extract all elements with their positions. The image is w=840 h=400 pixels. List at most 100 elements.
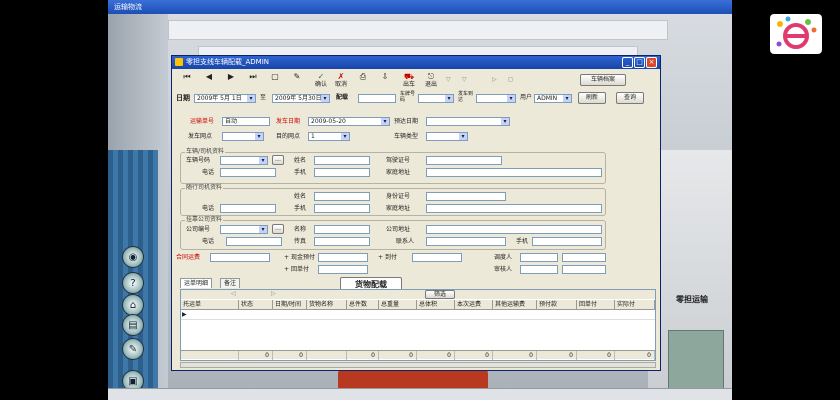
depart-date-input[interactable]: 2009-05-20 — [308, 117, 390, 126]
user-select[interactable]: ADMIN — [534, 94, 572, 103]
depart-arrive-select[interactable] — [476, 94, 516, 103]
plate-no-select[interactable] — [220, 156, 268, 165]
date-from-input[interactable]: 2009年 5月 1日 — [194, 94, 256, 103]
dispatcher-input-2[interactable] — [562, 253, 606, 262]
query-button[interactable]: 查询 — [616, 92, 644, 104]
column-header[interactable]: 总体积 — [417, 300, 455, 310]
company-phone-input[interactable] — [226, 237, 282, 246]
escort-address-label: 家庭地址 — [386, 205, 411, 212]
escort-mobile-label: 手机 — [294, 205, 307, 212]
escort-name-input[interactable] — [314, 192, 370, 201]
depart-arrive-label: 发车到达 — [458, 91, 474, 103]
company-address-input[interactable] — [426, 225, 602, 234]
column-header[interactable]: 托运单 — [181, 300, 239, 310]
tab-waybill-detail[interactable]: 运单明细 — [180, 278, 213, 288]
phone-input[interactable] — [220, 168, 276, 177]
close-icon[interactable]: × — [646, 57, 657, 68]
escort-mobile-input[interactable] — [314, 204, 370, 213]
grid-nav-icon[interactable]: ▷ — [271, 290, 276, 298]
footer-cell: 0 — [615, 351, 655, 360]
grid-footer: 0 0 0 0 0 0 0 0 0 0 — [181, 350, 655, 360]
company-fax-input[interactable] — [314, 237, 370, 246]
date-to-input[interactable]: 2009年 5月30日 — [272, 94, 330, 103]
escort-id-input[interactable] — [426, 192, 506, 201]
ellipsis-icon[interactable]: … — [272, 155, 284, 165]
filter-button[interactable]: 筛选 — [425, 290, 455, 299]
toolbar-edit-button[interactable]: ✎ — [286, 72, 308, 90]
refresh-button[interactable]: 刷新 — [578, 92, 606, 104]
toolbar-first-button[interactable]: ⏮ — [176, 72, 198, 90]
home-icon[interactable]: ⌂ — [122, 294, 144, 316]
escort-phone-input[interactable] — [220, 204, 276, 213]
column-header[interactable]: 回单付 — [577, 300, 615, 310]
vehicle-type-select[interactable] — [426, 132, 468, 141]
horizontal-scrollbar[interactable] — [180, 362, 656, 368]
background-dock: ◉ ? ⌂ ▤ ✎ ▣ — [122, 240, 148, 400]
return-pay-label: + 回单付 — [284, 266, 309, 273]
toolbar-last-button[interactable]: ⏭ — [242, 72, 264, 90]
dispatch-no-input[interactable]: 自动 — [222, 117, 270, 126]
checker-input[interactable] — [520, 265, 558, 274]
column-header[interactable]: 日期/时间 — [273, 300, 307, 310]
arrive-pay-input[interactable] — [412, 253, 462, 262]
dispatcher-input[interactable] — [520, 253, 558, 262]
toolbar-print-button[interactable]: ⎙ — [352, 72, 374, 90]
prepay-input[interactable] — [318, 253, 368, 262]
stop-icon[interactable]: ◻ — [508, 76, 513, 84]
exit-icon: ⎋ — [427, 72, 435, 81]
toolbar-cancel-button[interactable]: ✗ 取消 — [330, 72, 352, 90]
origin-select[interactable] — [222, 132, 264, 141]
column-header[interactable]: 总件数 — [347, 300, 379, 310]
waybill-input[interactable] — [358, 94, 396, 103]
chevron-down-icon[interactable]: ▽ — [462, 76, 467, 84]
document-icon[interactable]: ▤ — [122, 314, 144, 336]
column-header[interactable]: 预付款 — [537, 300, 577, 310]
company-mobile-input[interactable] — [532, 237, 602, 246]
toolbar-prev-button[interactable]: ◀ — [198, 72, 220, 90]
plate-select[interactable] — [418, 94, 454, 103]
column-header[interactable]: 货物名称 — [307, 300, 347, 310]
background-right-label: 零担运输 — [676, 295, 708, 304]
mobile-input[interactable] — [314, 168, 370, 177]
toolbar-new-button[interactable]: ▢ — [264, 72, 286, 90]
toolbar-depart-button[interactable]: ⛟ 出车 — [398, 72, 420, 90]
maximize-icon[interactable]: □ — [634, 57, 645, 68]
column-header[interactable]: 本次运费 — [455, 300, 493, 310]
help-icon[interactable]: ? — [122, 272, 144, 294]
tab-remarks[interactable]: 备注 — [220, 278, 241, 288]
license-input[interactable] — [426, 156, 502, 165]
toolbar-export-button[interactable]: ⇩ — [374, 72, 396, 90]
grid-nav-icon[interactable]: ◁ — [231, 290, 236, 298]
column-header[interactable]: 其他运输费 — [493, 300, 537, 310]
toolbar-next-button[interactable]: ▶ — [220, 72, 242, 90]
pen-icon[interactable]: ✎ — [122, 338, 144, 360]
toolbar-exit-button[interactable]: ⎋ 退出 — [420, 72, 442, 90]
company-name-input[interactable] — [314, 225, 370, 234]
checker-input-2[interactable] — [562, 265, 606, 274]
vehicle-archive-button[interactable]: 车辆档案 — [580, 74, 626, 86]
column-header[interactable]: 实际付 — [615, 300, 655, 310]
ellipsis-icon[interactable]: … — [272, 224, 284, 234]
origin-label: 发车网点 — [188, 133, 213, 140]
arrive-date-input[interactable] — [426, 117, 510, 126]
contract-fee-input[interactable] — [210, 253, 270, 262]
driver-name-input[interactable] — [314, 156, 370, 165]
address-input[interactable] — [426, 168, 602, 177]
print-icon: ⎙ — [359, 72, 367, 81]
footer-cell: 0 — [455, 351, 493, 360]
contact-label: 联系人 — [396, 238, 415, 245]
contact-input[interactable] — [426, 237, 506, 246]
company-code-select[interactable] — [220, 225, 268, 234]
column-header[interactable]: 状态 — [239, 300, 273, 310]
table-row[interactable]: ▶ — [181, 311, 655, 320]
return-pay-input[interactable] — [318, 265, 368, 274]
minimize-icon[interactable]: _ — [622, 57, 633, 68]
toolbar-confirm-button[interactable]: ✓ 确认 — [310, 72, 332, 90]
grid-header: 托运单 状态 日期/时间 货物名称 总件数 总重量 总体积 本次运费 其他运输费… — [181, 300, 655, 310]
chevron-down-icon[interactable]: ▽ — [446, 76, 451, 84]
column-header[interactable]: 总重量 — [379, 300, 417, 310]
dest-select[interactable]: 1 — [308, 132, 350, 141]
play-icon[interactable]: ▷ — [492, 76, 497, 84]
escort-address-input[interactable] — [426, 204, 602, 213]
earth-icon[interactable]: ◉ — [122, 246, 144, 268]
